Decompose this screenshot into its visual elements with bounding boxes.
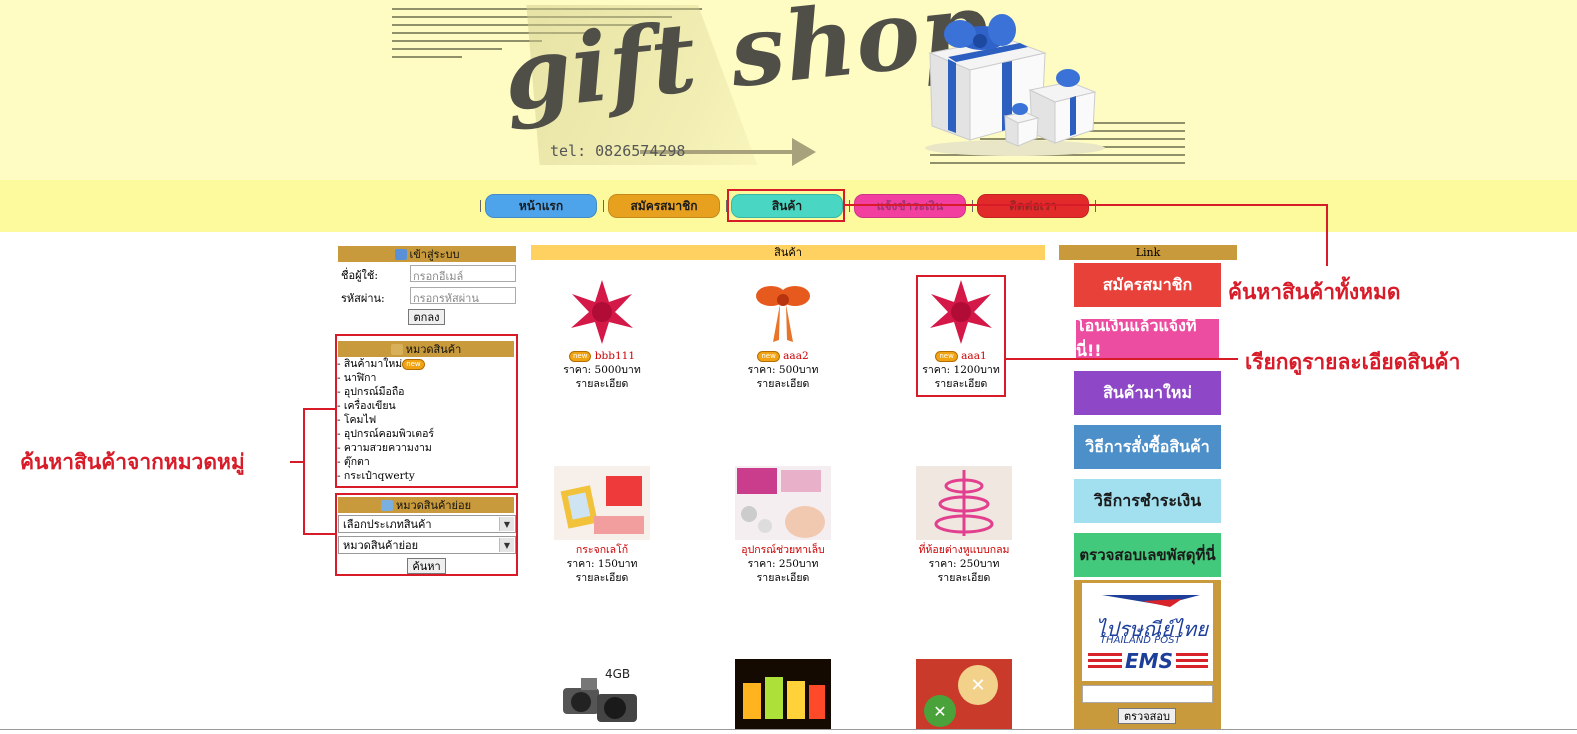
search-all-annotation: ค้นหาสินค้าทั้งหมด (1228, 280, 1401, 304)
password-label: รหัสผ่าน: (341, 292, 385, 305)
product-image[interactable] (735, 466, 831, 540)
product-detail-link[interactable]: รายละเอียด (708, 377, 858, 391)
nav-register-button[interactable]: สมัครสมาชิก (608, 194, 720, 218)
product-price: ราคา: 5000บาท (563, 364, 641, 376)
logo-arrow-head (792, 138, 816, 166)
how-to-order-banner[interactable]: วิธีการสั่งซื้อสินค้า (1074, 425, 1221, 469)
nav-separator (972, 200, 973, 212)
page-bottom-border (0, 729, 1577, 730)
annotation-connector (303, 533, 335, 535)
product-card: กระจกเลโก้ ราคา: 150บาท รายละเอียด (527, 466, 677, 585)
annotation-connector (303, 408, 305, 535)
product-image[interactable] (735, 659, 831, 729)
nav-home-label: หน้าแรก (518, 198, 564, 213)
svg-text:✕: ✕ (970, 675, 985, 696)
nav-separator (849, 200, 850, 212)
link-header: Link (1059, 245, 1237, 260)
tracking-number-input[interactable] (1082, 685, 1213, 703)
thailand-post-logo: ไปรษณีย์ไทย THAILAND POST EMS (1082, 583, 1213, 681)
product-image[interactable] (753, 278, 813, 346)
new-badge: new (757, 350, 780, 362)
product-price: ราคา: 250บาท (747, 558, 819, 570)
header-stripe (392, 48, 502, 50)
product-name[interactable]: อุปกรณ์ช่วยทาเล็บ (708, 543, 858, 557)
home-icon (394, 248, 407, 260)
annotation-connector (845, 204, 1328, 206)
subcategory-highlight (335, 493, 518, 576)
product-name[interactable]: กระจกเลโก้ (527, 543, 677, 557)
product-image[interactable] (567, 278, 637, 346)
products-nav-highlight (727, 189, 845, 222)
nav-contact-label: ติดต่อเรา (1009, 197, 1057, 216)
payment-notify-banner[interactable]: โอนเงินแล้วแจ้งที่นี่!! (1074, 316, 1221, 361)
nav-contact-button[interactable]: ติดต่อเรา (977, 194, 1089, 218)
login-header: เข้าสู่ระบบ (338, 246, 516, 262)
product-detail-link[interactable]: รายละเอียด (527, 377, 677, 391)
nav-separator (1095, 200, 1096, 212)
product-price: ราคา: 500บาท (747, 364, 819, 376)
product-image[interactable]: 4GB (553, 664, 653, 728)
product-detail-link[interactable]: รายละเอียด (527, 571, 677, 585)
product-detail-link[interactable]: รายละเอียด (708, 571, 858, 585)
ems-tracking-panel: ไปรษณีย์ไทย THAILAND POST EMS ตรวจสอบ (1074, 580, 1221, 730)
new-products-banner[interactable]: สินค้ามาใหม่ (1074, 371, 1221, 415)
camera-capacity-label: 4GB (605, 667, 630, 681)
nav-separator (603, 200, 604, 212)
site-header: gift shop tel: 0826574298 (0, 0, 1577, 180)
shop-phone: tel: 0826574298 (550, 142, 686, 160)
view-detail-annotation: เรียกดูรายละเอียดสินค้า (1245, 350, 1461, 374)
product-price: ราคา: 150บาท (566, 558, 638, 570)
product-card: ที่ห้อยต่างหูแบบกลม ราคา: 250บาท รายละเอ… (889, 466, 1039, 585)
track-parcel-banner[interactable]: ตรวจสอบเลขพัสดุที่นี่ (1074, 533, 1221, 577)
annotation-connector (290, 461, 303, 463)
svg-text:✕: ✕ (933, 702, 946, 721)
gift-boxes-image (925, 14, 1105, 156)
how-to-pay-banner[interactable]: วิธีการชำระเงิน (1074, 479, 1221, 523)
nav-payment-label: แจ้งชำระเงิน (877, 197, 944, 216)
thailand-post-en: THAILAND POST (1100, 635, 1181, 646)
product-detail-link[interactable]: รายละเอียด (889, 571, 1039, 585)
nav-register-label: สมัครสมาชิก (630, 198, 698, 213)
product-name[interactable]: ที่ห้อยต่างหูแบบกลม (889, 543, 1039, 557)
header-stripe (392, 56, 462, 58)
product-image[interactable] (554, 466, 650, 540)
nav-payment-button[interactable]: แจ้งชำระเงิน (854, 194, 966, 218)
nav-home-button[interactable]: หน้าแรก (485, 194, 597, 218)
products-title: สินค้า (531, 245, 1045, 260)
search-category-annotation: ค้นหาสินค้าจากหมวดหมู่ (20, 450, 245, 474)
ems-logo-text: EMS (1122, 649, 1176, 673)
product-card: อุปกรณ์ช่วยทาเล็บ ราคา: 250บาท รายละเอีย… (708, 466, 858, 585)
annotation-connector (1006, 358, 1238, 360)
login-title: เข้าสู่ระบบ (409, 248, 460, 261)
login-submit-button[interactable]: ตกลง (408, 309, 445, 325)
annotation-connector (1326, 204, 1328, 266)
track-button[interactable]: ตรวจสอบ (1118, 708, 1176, 724)
new-badge: new (568, 350, 592, 362)
register-banner[interactable]: สมัครสมาชิก (1074, 263, 1221, 307)
product-card: new bbb111 ราคา: 5000บาท รายละเอียด (527, 278, 677, 391)
username-label: ชื่อผู้ใช้: (341, 269, 379, 282)
product-name[interactable]: bbb111 (595, 350, 635, 362)
product-image[interactable]: ✕ ✕ (916, 659, 1012, 729)
product-name[interactable]: aaa2 (783, 350, 808, 362)
username-input[interactable]: กรอกอีเมล์ (410, 265, 516, 283)
annotation-connector (303, 408, 335, 410)
nav-separator (480, 200, 481, 212)
product-detail-highlight (916, 275, 1006, 397)
product-price: ราคา: 250บาท (928, 558, 1000, 570)
password-input[interactable]: กรอกรหัสผ่าน (410, 287, 516, 305)
product-card: new aaa2 ราคา: 500บาท รายละเอียด (708, 278, 858, 391)
product-image[interactable] (916, 466, 1012, 540)
category-list-highlight (335, 334, 518, 488)
header-stripe (930, 162, 1185, 164)
